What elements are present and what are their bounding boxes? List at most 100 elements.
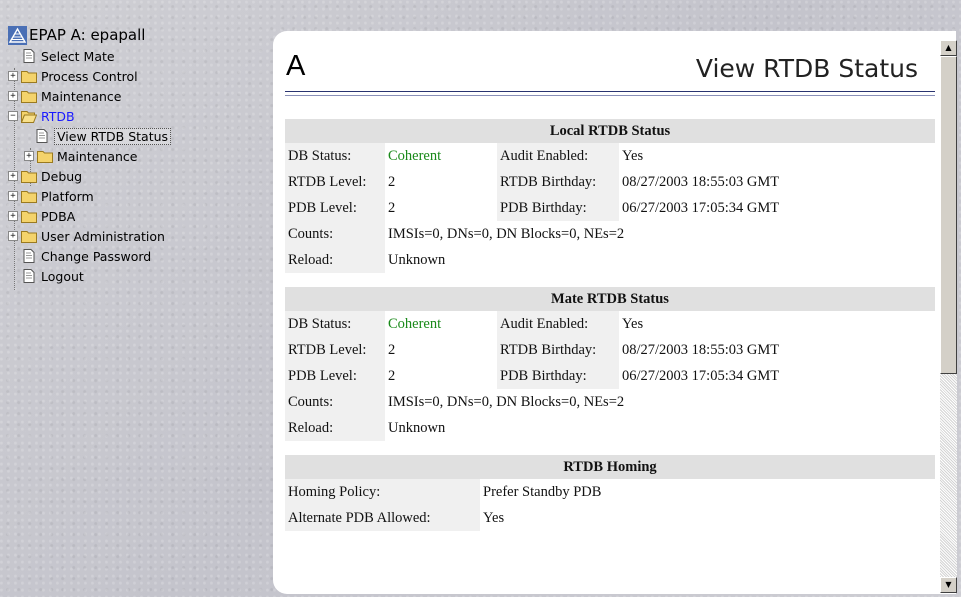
pdb-level-label: PDB Level: [285, 195, 385, 221]
db-status-value: Coherent [388, 315, 442, 332]
header-divider [285, 91, 935, 92]
db-status-label: DB Status: [285, 143, 385, 169]
scroll-thumb[interactable] [940, 56, 957, 374]
folder-icon [21, 91, 37, 103]
scroll-down-button[interactable]: ▼ [940, 577, 957, 593]
homing-policy-value: Prefer Standby PDB [483, 483, 602, 500]
reload-label: Reload: [285, 247, 385, 273]
reload-value: Unknown [388, 251, 446, 268]
tree-item-pdba[interactable]: + PDBA [8, 206, 258, 226]
open-folder-icon [21, 111, 37, 123]
pdb-birthday-value: 06/27/2003 17:05:34 GMT [622, 367, 780, 384]
tree-item-rtdb[interactable]: − RTDB [8, 106, 258, 126]
tree-item-label: Maintenance [57, 148, 138, 164]
page-icon [23, 249, 35, 263]
page-icon [36, 129, 48, 143]
folder-icon [21, 171, 37, 183]
tree-item-label: Debug [41, 168, 83, 184]
counts-value: IMSIs=0, DNs=0, DN Blocks=0, NEs=2 [388, 225, 625, 242]
pdb-level-label: PDB Level: [285, 363, 385, 389]
expand-icon[interactable]: + [8, 91, 18, 101]
table-row: DB Status: Coherent Audit Enabled: Yes [285, 311, 935, 337]
rtdb-homing-table: Homing Policy: Prefer Standby PDB Altern… [285, 479, 935, 531]
tree-item-label: User Administration [41, 228, 165, 244]
page-icon [23, 269, 35, 283]
scroll-up-button[interactable]: ▲ [940, 40, 957, 56]
status-content: Local RTDB Status DB Status: Coherent Au… [285, 119, 935, 545]
table-row: Counts: IMSIs=0, DNs=0, DN Blocks=0, NEs… [285, 221, 935, 247]
folder-icon [37, 151, 53, 163]
table-row: Reload: Unknown [285, 247, 935, 273]
homing-policy-label: Homing Policy: [285, 479, 480, 505]
section-heading: RTDB Homing [285, 455, 935, 479]
tree-item-select-mate[interactable]: Select Mate [8, 46, 258, 66]
section-heading: Mate RTDB Status [285, 287, 935, 311]
expand-icon[interactable]: + [8, 231, 18, 241]
tree-item-label: Process Control [41, 68, 138, 84]
tree-item-view-rtdb-status[interactable]: View RTDB Status [8, 126, 258, 146]
mate-rtdb-table: DB Status: Coherent Audit Enabled: Yes R… [285, 311, 935, 441]
mate-rtdb-section: Mate RTDB Status DB Status: Coherent Aud… [285, 287, 935, 441]
tree-item-maintenance[interactable]: + Maintenance [8, 86, 258, 106]
tree-root[interactable]: EPAP A: epapall [8, 24, 258, 46]
tree-item-platform[interactable]: + Platform [8, 186, 258, 206]
content-panel: A View RTDB Status Local RTDB Status DB … [273, 31, 956, 594]
rtdb-level-value: 2 [388, 173, 396, 190]
tree-item-change-password[interactable]: Change Password [8, 246, 258, 266]
counts-value: IMSIs=0, DNs=0, DN Blocks=0, NEs=2 [388, 393, 625, 410]
folder-icon [21, 231, 37, 243]
expand-icon[interactable]: + [8, 211, 18, 221]
local-rtdb-table: DB Status: Coherent Audit Enabled: Yes R… [285, 143, 935, 273]
tree-item-process-control[interactable]: + Process Control [8, 66, 258, 86]
tree-item-debug[interactable]: + Debug [8, 166, 258, 186]
folder-icon [21, 191, 37, 203]
audit-label: Audit Enabled: [497, 311, 619, 337]
rtdb-birthday-label: RTDB Birthday: [497, 337, 619, 363]
reload-label: Reload: [285, 415, 385, 441]
section-heading: Local RTDB Status [285, 119, 935, 143]
tree-item-rtdb-maintenance[interactable]: + Maintenance [8, 146, 258, 166]
pdb-birthday-value: 06/27/2003 17:05:34 GMT [622, 199, 780, 216]
nav-tree: EPAP A: epapall Select Mate + Process Co… [8, 24, 258, 290]
pdb-level-value: 2 [388, 367, 396, 384]
expand-icon[interactable]: + [8, 71, 18, 81]
rtdb-level-label: RTDB Level: [285, 169, 385, 195]
table-row: RTDB Level: 2 RTDB Birthday: 08/27/2003 … [285, 169, 935, 195]
page-header: A View RTDB Status [283, 44, 933, 94]
table-row: DB Status: Coherent Audit Enabled: Yes [285, 143, 935, 169]
counts-label: Counts: [285, 221, 385, 247]
audit-value: Yes [622, 147, 644, 164]
table-row: PDB Level: 2 PDB Birthday: 06/27/2003 17… [285, 195, 935, 221]
expand-icon[interactable]: + [24, 151, 34, 161]
page-title: View RTDB Status [695, 54, 918, 83]
table-row: RTDB Level: 2 RTDB Birthday: 08/27/2003 … [285, 337, 935, 363]
tree-item-label: View RTDB Status [54, 127, 172, 145]
pdb-birthday-label: PDB Birthday: [497, 363, 619, 389]
rtdb-birthday-label: RTDB Birthday: [497, 169, 619, 195]
tree-item-label: Select Mate [41, 48, 115, 64]
db-status-label: DB Status: [285, 311, 385, 337]
tree-item-logout[interactable]: Logout [8, 266, 258, 286]
tree-item-label: Logout [41, 268, 84, 284]
alternate-pdb-label: Alternate PDB Allowed: [285, 505, 480, 531]
folder-icon [21, 71, 37, 83]
table-row: Homing Policy: Prefer Standby PDB [285, 479, 935, 505]
expand-icon[interactable]: + [8, 171, 18, 181]
local-rtdb-section: Local RTDB Status DB Status: Coherent Au… [285, 119, 935, 273]
audit-value: Yes [622, 315, 644, 332]
tree-item-label: RTDB [41, 108, 75, 124]
page-icon [23, 49, 35, 63]
folder-icon [21, 211, 37, 223]
db-status-value: Coherent [388, 147, 442, 164]
tree-root-label: EPAP A: epapall [29, 26, 146, 44]
table-row: Alternate PDB Allowed: Yes [285, 505, 935, 531]
tree-item-label: Platform [41, 188, 94, 204]
tree-item-user-administration[interactable]: + User Administration [8, 226, 258, 246]
collapse-icon[interactable]: − [8, 111, 18, 121]
vertical-scrollbar[interactable]: ▲ ▼ [940, 40, 957, 593]
rtdb-birthday-value: 08/27/2003 18:55:03 GMT [622, 341, 780, 358]
expand-icon[interactable]: + [8, 191, 18, 201]
header-divider [285, 95, 935, 96]
table-row: PDB Level: 2 PDB Birthday: 06/27/2003 17… [285, 363, 935, 389]
reload-value: Unknown [388, 419, 446, 436]
